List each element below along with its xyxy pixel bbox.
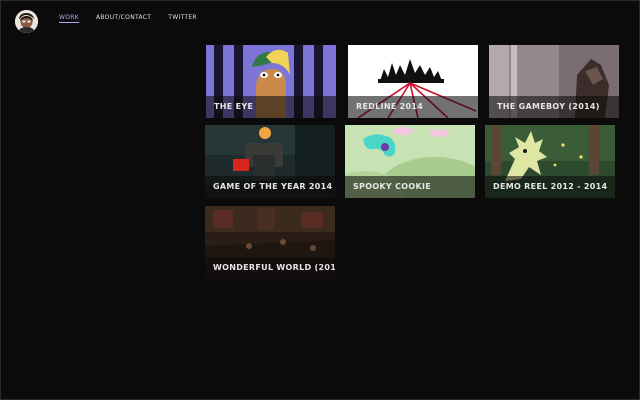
tile-title: DEMO REEL 2012 - 2014 — [493, 182, 608, 191]
work-tile-wonderful-world-2013[interactable]: WONDERFUL WORLD (2013) — [205, 206, 335, 279]
nav-about-contact[interactable]: ABOUT/CONTACT — [96, 14, 151, 23]
tile-caption: THE GAMEBOY (2014) — [489, 96, 619, 118]
tile-title: REDLINE 2014 — [356, 102, 424, 111]
tile-title: GAME OF THE YEAR 2014 — [213, 182, 333, 191]
tile-title: WONDERFUL WORLD (2013) — [213, 263, 335, 272]
tile-title: SPOOKY COOKIE — [353, 182, 432, 191]
tile-caption: THE EYE — [206, 96, 336, 118]
tile-caption: REDLINE 2014 — [348, 96, 478, 118]
avatar[interactable] — [15, 10, 38, 33]
main-nav: WORK ABOUT/CONTACT TWITTER — [59, 14, 214, 23]
work-tile-redline-2014[interactable]: REDLINE 2014 — [348, 45, 478, 118]
tile-title: THE GAMEBOY (2014) — [497, 102, 600, 111]
nav-twitter[interactable]: TWITTER — [168, 14, 197, 23]
work-tile-the-gameboy-2014[interactable]: THE GAMEBOY (2014) — [489, 45, 619, 118]
tile-caption: GAME OF THE YEAR 2014 — [205, 176, 335, 198]
tile-caption: DEMO REEL 2012 - 2014 — [485, 176, 615, 198]
work-tile-game-of-the-year-2014[interactable]: GAME OF THE YEAR 2014 — [205, 125, 335, 198]
work-tile-spooky-cookie[interactable]: SPOOKY COOKIE — [345, 125, 475, 198]
tile-caption: WONDERFUL WORLD (2013) — [205, 257, 335, 279]
page: WORK ABOUT/CONTACT TWITTER THE EYE REDLI… — [0, 0, 640, 400]
tile-title: THE EYE — [214, 102, 254, 111]
tile-caption: SPOOKY COOKIE — [345, 176, 475, 198]
work-tile-the-eye[interactable]: THE EYE — [206, 45, 336, 118]
work-tile-demo-reel-2012-2014[interactable]: DEMO REEL 2012 - 2014 — [485, 125, 615, 198]
nav-work[interactable]: WORK — [59, 14, 79, 23]
